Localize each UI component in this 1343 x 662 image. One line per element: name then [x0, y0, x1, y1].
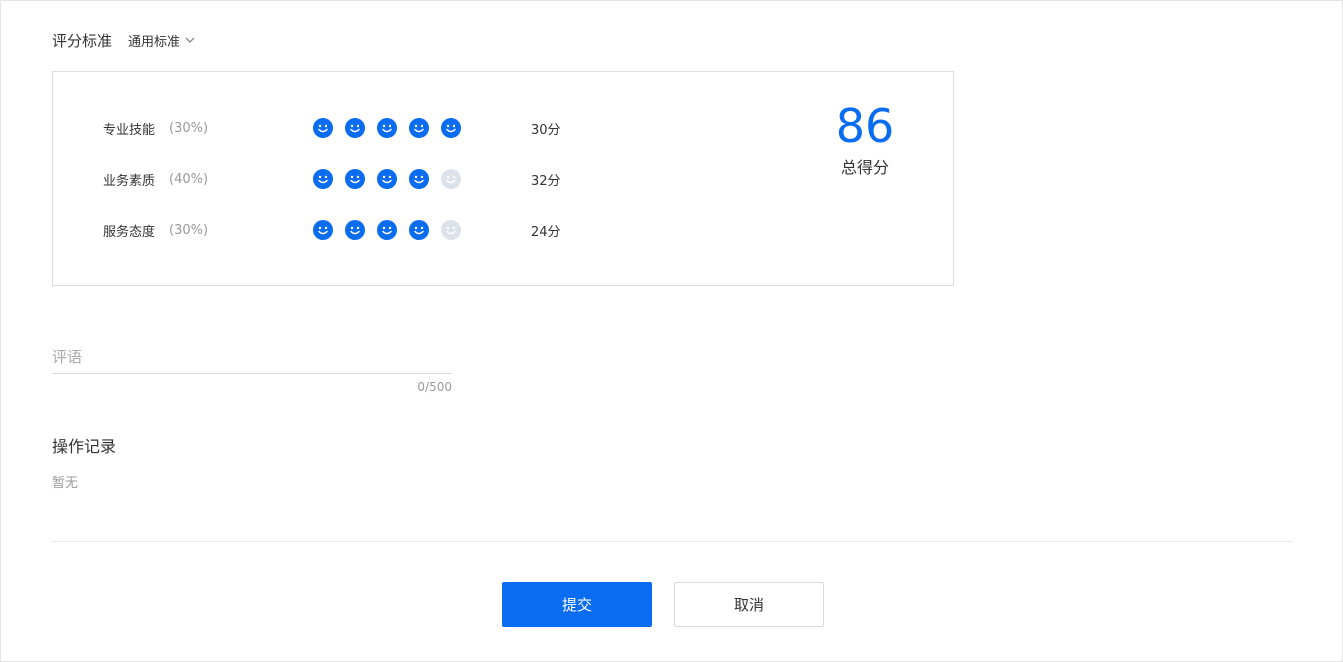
criterion-score: 30分 [531, 122, 561, 138]
total-score-value: 86 [835, 99, 895, 153]
criterion-score: 24分 [531, 224, 561, 240]
criterion-name: 服务态度 [103, 224, 156, 240]
smile-face-icon[interactable] [409, 118, 429, 138]
rating-faces [313, 118, 531, 138]
smile-face-icon[interactable] [409, 220, 429, 240]
operation-log-title: 操作记录 [52, 437, 117, 456]
rating-faces [313, 169, 531, 189]
criterion-row-skill: 专业技能 (30%) 30分 [103, 116, 561, 140]
smile-face-icon[interactable] [345, 169, 365, 189]
criterion-weight: (30%) [169, 120, 209, 136]
smile-face-icon[interactable] [441, 118, 461, 138]
operation-log-empty: 暂无 [52, 476, 79, 491]
rating-faces [313, 220, 531, 240]
scoring-standard-label: 评分标准 [52, 31, 113, 50]
comment-field-wrap: 0/500 [52, 341, 452, 394]
smile-face-icon-inactive[interactable] [441, 169, 461, 189]
smile-face-icon[interactable] [345, 220, 365, 240]
criterion-name: 专业技能 [103, 122, 156, 138]
chevron-down-icon [185, 37, 195, 43]
score-panel: 专业技能 (30%) 30分 业务素质 (40%) 32分 服务态度 (30%)… [52, 71, 954, 286]
criterion-row-quality: 业务素质 (40%) 32分 [103, 167, 561, 191]
smile-face-icon[interactable] [377, 118, 397, 138]
criterion-name: 业务素质 [103, 173, 156, 189]
smile-face-icon[interactable] [377, 220, 397, 240]
smile-face-icon[interactable] [377, 169, 397, 189]
total-score-label: 总得分 [840, 158, 889, 177]
criterion-row-attitude: 服务态度 (30%) 24分 [103, 218, 561, 242]
scoring-standard-value: 通用标准 [128, 34, 181, 50]
page-frame: 评分标准 通用标准 专业技能 (30%) 30分 业务素质 (40%) 32分 … [0, 0, 1343, 662]
submit-button[interactable]: 提交 [502, 582, 652, 627]
criterion-weight: (40%) [169, 171, 209, 187]
smile-face-icon[interactable] [313, 169, 333, 189]
criterion-score: 32分 [531, 173, 561, 189]
smile-face-icon[interactable] [345, 118, 365, 138]
smile-face-icon-inactive[interactable] [441, 220, 461, 240]
comment-char-counter: 0/500 [417, 380, 452, 394]
cancel-button[interactable]: 取消 [674, 582, 824, 627]
smile-face-icon[interactable] [313, 118, 333, 138]
scoring-standard-row: 评分标准 通用标准 [52, 29, 196, 51]
criterion-weight: (30%) [169, 222, 209, 238]
total-score: 86 总得分 [825, 96, 905, 178]
scoring-standard-select[interactable]: 通用标准 [128, 31, 196, 50]
smile-face-icon[interactable] [409, 169, 429, 189]
divider [52, 541, 1292, 542]
comment-input[interactable] [52, 341, 452, 374]
smile-face-icon[interactable] [313, 220, 333, 240]
